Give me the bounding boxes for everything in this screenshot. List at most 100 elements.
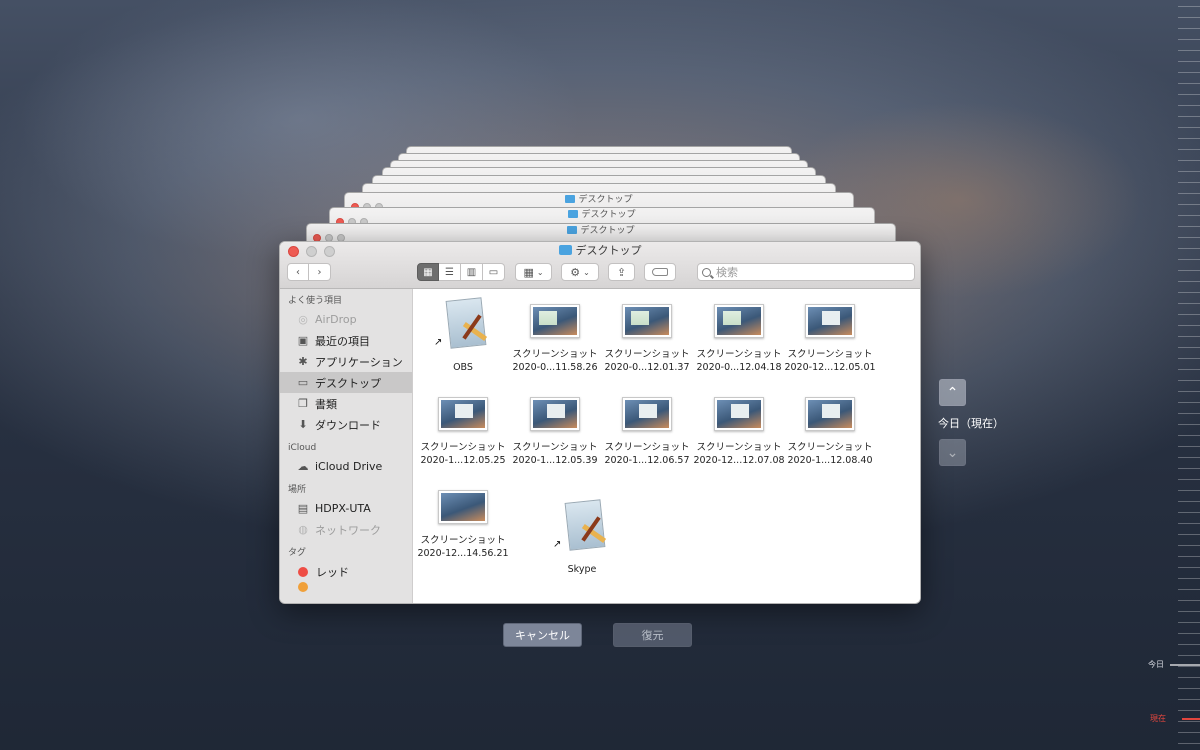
timeline-tick (1178, 380, 1200, 381)
timeline-tick (1178, 292, 1200, 293)
sidebar-item-hdpx-uta[interactable]: ▤ HDPX-UTA (280, 498, 412, 519)
group-grid-icon: ▦ (523, 265, 534, 279)
timeline-tick (1178, 732, 1200, 733)
file-item-screenshot[interactable]: スクリーンショット 2020-1...12.08.40 (782, 397, 878, 467)
timeline-tick (1178, 699, 1200, 700)
share-button[interactable]: ⇪ (608, 263, 635, 281)
file-item-screenshot[interactable]: スクリーンショット 2020-12...12.05.01 (782, 304, 878, 374)
timeline-tick (1178, 424, 1200, 425)
icon-view-button[interactable]: ▦ (417, 263, 439, 281)
column-view-button[interactable]: ▥ (461, 263, 483, 281)
timeline-tick (1178, 336, 1200, 337)
tag-button[interactable] (644, 263, 676, 281)
file-item-screenshot[interactable]: スクリーンショット 2020-12...12.07.08 (691, 397, 787, 467)
timeline-tick (1178, 512, 1200, 513)
sidebar-item-downloads[interactable]: ⬇ ダウンロード (280, 414, 412, 435)
stacked-window-title: デスクトップ (307, 224, 895, 240)
timeline[interactable] (1170, 0, 1200, 750)
file-item-obs[interactable]: ↗ OBS (415, 297, 511, 374)
folder-icon (558, 245, 572, 255)
timeline-tick (1178, 83, 1200, 84)
timeline-tick (1178, 105, 1200, 106)
timeline-tick (1178, 314, 1200, 315)
timeline-tick (1178, 468, 1200, 469)
chevron-left-icon: ‹ (296, 266, 300, 278)
file-grid: ↗ OBS スクリーンショット 2020-0...11.58.26 スクリーンショ… (414, 289, 920, 603)
screenshot-thumbnail (438, 490, 488, 524)
newer-snapshot-button[interactable]: ⌄ (939, 439, 966, 466)
file-item-screenshot[interactable]: スクリーンショット 2020-0...12.04.18 (691, 304, 787, 374)
sidebar-item-documents[interactable]: ❐ 書類 (280, 393, 412, 414)
timeline-tick (1178, 446, 1200, 447)
search-icon (702, 267, 711, 277)
file-item-screenshot[interactable]: スクリーンショット 2020-1...12.05.39 (507, 397, 603, 467)
sidebar-item-applications[interactable]: ✱ アプリケーション (280, 351, 412, 372)
timeline-tick (1178, 743, 1200, 744)
network-icon: ◍ (298, 523, 308, 536)
timeline-tick (1178, 50, 1200, 51)
sidebar-item-tag-red[interactable]: レッド (280, 561, 412, 582)
screenshot-thumbnail (714, 397, 764, 431)
sidebar-item-icloud-drive[interactable]: ☁ iCloud Drive (280, 456, 412, 477)
timeline-tick (1178, 204, 1200, 205)
timeline-tick (1178, 358, 1200, 359)
timeline-tick (1178, 413, 1200, 414)
action-button[interactable]: ⚙ ⌄ (561, 263, 599, 281)
gallery-view-button[interactable]: ▭ (483, 263, 505, 281)
timeline-tick (1178, 600, 1200, 601)
sidebar-item-recents[interactable]: ▣ 最近の項目 (280, 330, 412, 351)
timeline-tick (1178, 193, 1200, 194)
sidebar-heading-favorites: よく使う項目 (288, 296, 343, 306)
sidebar-item-tag-partial[interactable] (280, 582, 412, 592)
timeline-tick (1178, 545, 1200, 546)
airdrop-icon: ◎ (298, 313, 308, 326)
cancel-button[interactable]: キャンセル (503, 623, 582, 647)
timeline-tick (1178, 644, 1200, 645)
chevron-up-icon: ⌃ (946, 384, 959, 401)
timeline-tick (1178, 127, 1200, 128)
screenshot-thumbnail (438, 397, 488, 431)
gear-icon: ⚙ (570, 265, 581, 279)
file-item-screenshot[interactable]: スクリーンショット 2020-1...12.05.25 (415, 397, 511, 467)
view-mode-control: ▦ ☰ ▥ ▭ (417, 263, 505, 281)
search-input[interactable]: 検索 (697, 263, 915, 281)
group-button[interactable]: ▦ ⌄ (515, 263, 552, 281)
file-item-screenshot[interactable]: スクリーンショット 2020-1...12.06.57 (599, 397, 695, 467)
screenshot-thumbnail (714, 304, 764, 338)
sidebar-item-airdrop[interactable]: ◎ AirDrop (280, 309, 412, 330)
older-snapshot-button[interactable]: ⌃ (939, 379, 966, 406)
timeline-tick (1178, 226, 1200, 227)
timeline-tick (1178, 281, 1200, 282)
sidebar-item-desktop[interactable]: ▭ デスクトップ (280, 372, 412, 393)
timeline-tick (1178, 72, 1200, 73)
timeline-tick (1178, 171, 1200, 172)
timeline-tick (1178, 116, 1200, 117)
toolbar: デスクトップ ‹ › ▦ ☰ ▥ ▭ ▦ ⌄ ⚙ ⌄ ⇪ 検索 (280, 242, 920, 289)
current-snapshot-label: 今日（現在） (938, 417, 1004, 430)
screenshot-thumbnail (530, 397, 580, 431)
file-item-screenshot[interactable]: スクリーンショット 2020-12...14.56.21 (415, 490, 511, 560)
file-item-screenshot[interactable]: スクリーンショット 2020-0...12.01.37 (599, 304, 695, 374)
timeline-tick (1178, 138, 1200, 139)
timeline-tick (1178, 688, 1200, 689)
restore-button[interactable]: 復元 (613, 623, 692, 647)
timeline-tick (1178, 215, 1200, 216)
back-forward-control: ‹ › (287, 263, 331, 281)
back-button[interactable]: ‹ (287, 263, 309, 281)
chevron-down-icon: ⌄ (583, 267, 590, 277)
tag-icon (652, 268, 668, 276)
timeline-tick (1178, 534, 1200, 535)
file-item-screenshot[interactable]: スクリーンショット 2020-0...11.58.26 (507, 304, 603, 374)
timeline-tick (1178, 28, 1200, 29)
timeline-tick (1178, 160, 1200, 161)
file-item-skype[interactable]: ↗ Skype (534, 499, 630, 576)
forward-button[interactable]: › (309, 263, 331, 281)
columns-icon: ▥ (466, 266, 477, 278)
app-icon: ↗ (553, 499, 607, 557)
timeline-today-label: 今日 (1148, 660, 1164, 669)
timeline-tick (1178, 567, 1200, 568)
list-view-button[interactable]: ☰ (439, 263, 461, 281)
chevron-right-icon: › (317, 266, 322, 278)
timeline-tick (1178, 589, 1200, 590)
sidebar-item-network[interactable]: ◍ ネットワーク (280, 519, 412, 540)
